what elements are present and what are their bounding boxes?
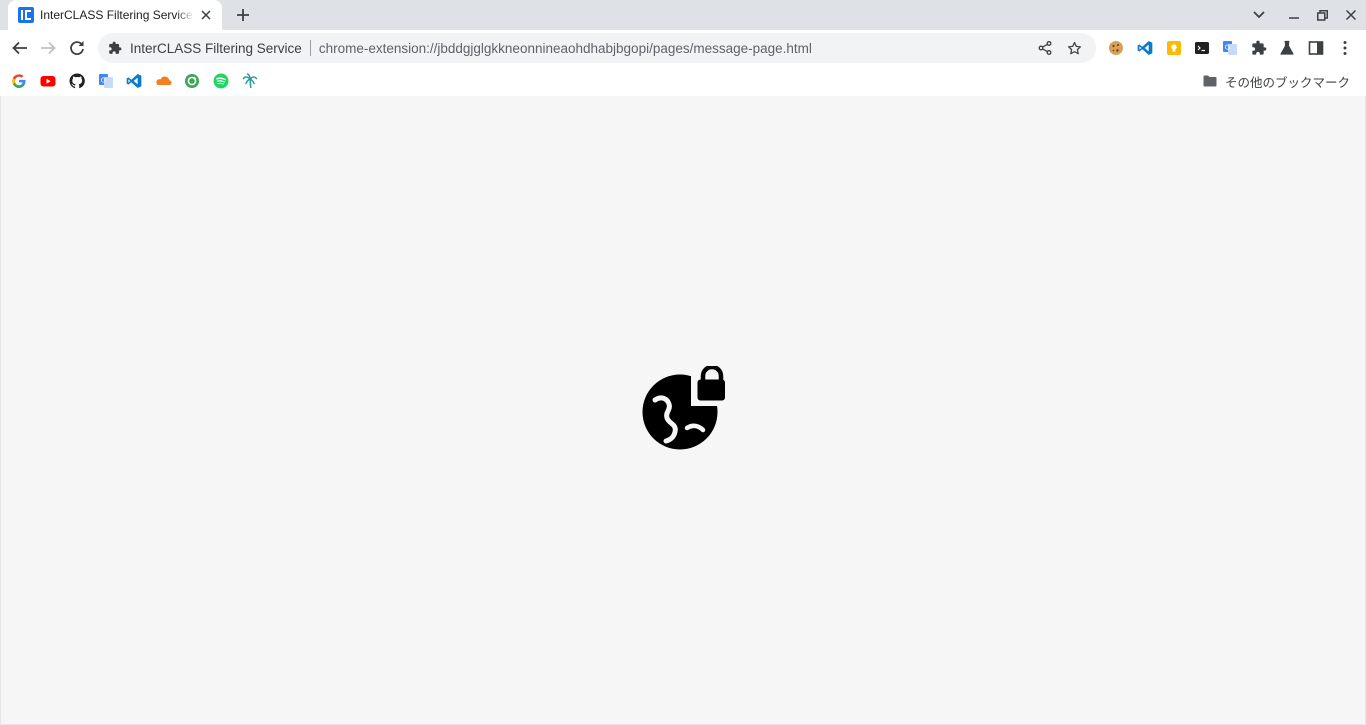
url-text[interactable]: chrome-extension://jbddgjglgkkneonnineao… xyxy=(319,41,1028,56)
address-bar[interactable]: InterCLASS Filtering Service chrome-exte… xyxy=(98,33,1096,63)
share-icon[interactable] xyxy=(1033,36,1057,60)
bookmark-star-icon[interactable] xyxy=(1062,36,1086,60)
github-icon[interactable] xyxy=(68,72,86,90)
toolbar: InterCLASS Filtering Service chrome-exte… xyxy=(0,30,1366,66)
translate-icon[interactable]: G xyxy=(97,72,115,90)
youtube-icon[interactable] xyxy=(39,72,57,90)
spotify-icon[interactable] xyxy=(212,72,230,90)
extensions-puzzle-icon[interactable] xyxy=(1249,38,1269,58)
close-window-button[interactable] xyxy=(1337,0,1365,30)
svg-text:G: G xyxy=(101,77,106,85)
tab-title: InterCLASS Filtering Service - Blocked xyxy=(40,8,194,22)
site-name: InterCLASS Filtering Service xyxy=(130,40,302,56)
interclass-logo-icon xyxy=(18,7,34,23)
close-tab-icon[interactable] xyxy=(198,7,214,23)
omnibox-divider xyxy=(309,40,311,56)
more-menu-icon[interactable] xyxy=(1335,38,1355,58)
page-content xyxy=(0,96,1366,725)
refresh-circle-icon[interactable] xyxy=(183,72,201,90)
tab-search-icon[interactable] xyxy=(1245,0,1273,30)
active-tab[interactable]: InterCLASS Filtering Service - Blocked xyxy=(8,0,222,30)
keep-icon[interactable] xyxy=(1164,38,1184,58)
side-panel-icon[interactable] xyxy=(1306,38,1326,58)
puzzle-icon xyxy=(108,41,122,55)
folder-icon xyxy=(1203,75,1217,87)
vpn-lock-icon xyxy=(641,364,727,452)
vscode-icon[interactable] xyxy=(1135,38,1155,58)
terminal-icon[interactable] xyxy=(1192,38,1212,58)
forward-button[interactable] xyxy=(34,34,62,62)
svg-text:G: G xyxy=(1225,44,1230,52)
cloudflare-icon[interactable] xyxy=(154,72,172,90)
other-bookmarks[interactable]: その他のブックマーク xyxy=(1203,70,1350,92)
translate-icon[interactable]: G xyxy=(1220,38,1240,58)
bookmarks-bar: G その他のブックマーク xyxy=(0,66,1366,96)
cookie-icon[interactable] xyxy=(1106,38,1126,58)
labs-flask-icon[interactable] xyxy=(1277,38,1297,58)
back-button[interactable] xyxy=(6,34,34,62)
vscode-icon[interactable] xyxy=(125,72,143,90)
tab-strip: InterCLASS Filtering Service - Blocked xyxy=(0,0,1366,30)
palm-tree-icon[interactable] xyxy=(241,72,259,90)
other-bookmarks-label: その他のブックマーク xyxy=(1224,75,1350,90)
restore-button[interactable] xyxy=(1308,0,1336,30)
reload-button[interactable] xyxy=(63,34,91,62)
new-tab-button[interactable] xyxy=(232,4,254,26)
google-icon[interactable] xyxy=(10,72,28,90)
minimize-button[interactable] xyxy=(1280,0,1308,30)
